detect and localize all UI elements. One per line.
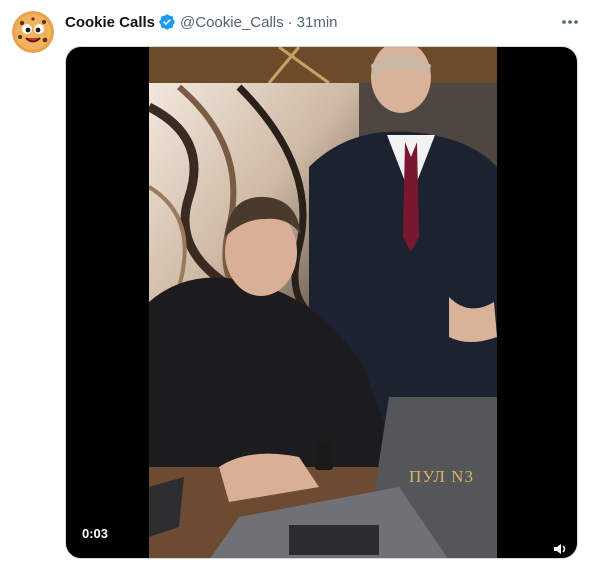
tweet-card: Cookie Calls @Cookie_Calls · 31min ПУЛ N…: [0, 0, 592, 568]
video-duration-badge: 0:03: [76, 523, 115, 544]
post-time[interactable]: 31min: [297, 14, 338, 31]
video-frame: ПУЛ N3: [149, 47, 497, 558]
author-handle[interactable]: @Cookie_Calls: [180, 14, 284, 31]
cookie-avatar[interactable]: [12, 11, 54, 53]
video-overlay-text: ПУЛ N3: [409, 467, 474, 486]
more-options-icon[interactable]: [556, 11, 584, 33]
cookie-avatar-icon: [12, 11, 54, 53]
tweet-header: Cookie Calls @Cookie_Calls · 31min: [65, 11, 338, 33]
author-name[interactable]: Cookie Calls: [65, 14, 155, 31]
speaker-icon[interactable]: [553, 542, 569, 554]
video-player[interactable]: ПУЛ N3 0:03: [65, 46, 578, 559]
verified-badge-icon: [158, 13, 176, 31]
separator-dot: ·: [287, 13, 293, 31]
